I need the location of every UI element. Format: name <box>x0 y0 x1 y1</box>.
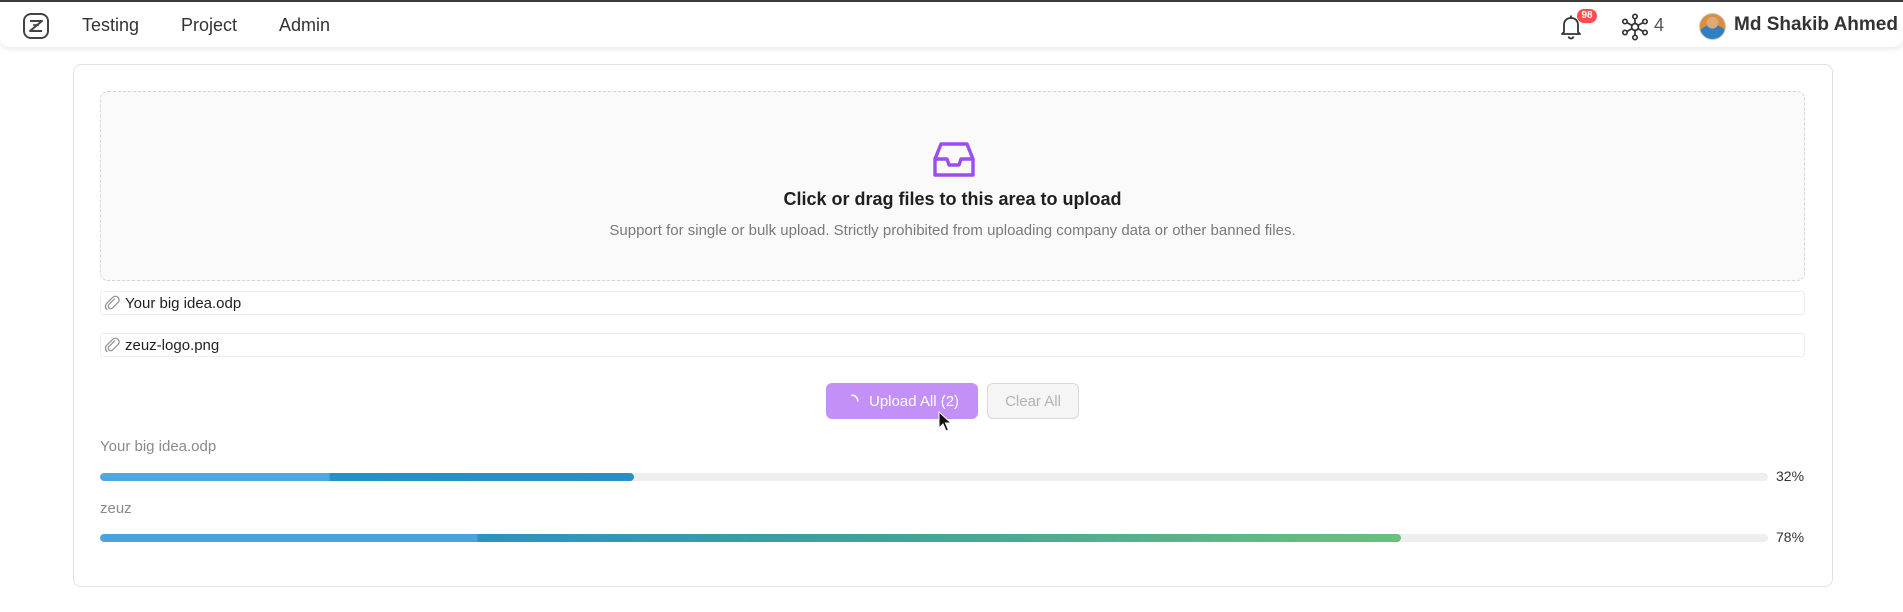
file-name: zeuz-logo.png <box>125 337 220 354</box>
paperclip-icon <box>104 295 120 311</box>
file-name: Your big idea.odp <box>125 295 242 312</box>
top-navbar: Testing Project Admin 98 4 Md Shakib Ahm… <box>0 0 1903 47</box>
progress-label: Your big idea.odp <box>100 438 217 455</box>
progress-fill <box>100 534 1402 542</box>
progress-label: zeuz <box>100 500 132 517</box>
progress-track <box>100 473 1768 481</box>
network-icon[interactable] <box>1621 13 1649 41</box>
dropzone-hint: Support for single or bulk upload. Stric… <box>609 222 1296 239</box>
notification-badge: 98 <box>1577 9 1597 23</box>
mouse-cursor-icon <box>938 411 952 432</box>
clear-all-button[interactable]: Clear All <box>987 383 1079 419</box>
avatar[interactable] <box>1699 13 1726 40</box>
app-logo-icon[interactable] <box>22 12 50 40</box>
nav-project[interactable]: Project <box>181 15 237 36</box>
paperclip-icon <box>104 337 120 353</box>
upload-all-label: Upload All (2) <box>869 393 960 410</box>
loading-spinner-icon <box>851 394 859 402</box>
dropzone-title: Click or drag files to this area to uplo… <box>783 189 1122 209</box>
nav-testing[interactable]: Testing <box>82 15 139 36</box>
nav-admin[interactable]: Admin <box>279 15 330 36</box>
progress-fill <box>100 473 634 481</box>
user-name[interactable]: Md Shakib Ahmed <box>1734 14 1898 36</box>
file-item[interactable]: Your big idea.odp <box>100 291 1805 315</box>
file-item[interactable]: zeuz-logo.png <box>100 333 1805 357</box>
network-count: 4 <box>1654 15 1665 35</box>
progress-percent: 78% <box>1776 529 1805 545</box>
inbox-icon <box>933 142 975 177</box>
progress-track <box>100 534 1768 542</box>
progress-percent: 32% <box>1776 468 1805 484</box>
upload-dropzone[interactable]: Click or drag files to this area to uplo… <box>100 91 1805 281</box>
upload-all-button[interactable]: Upload All (2) <box>826 383 978 419</box>
